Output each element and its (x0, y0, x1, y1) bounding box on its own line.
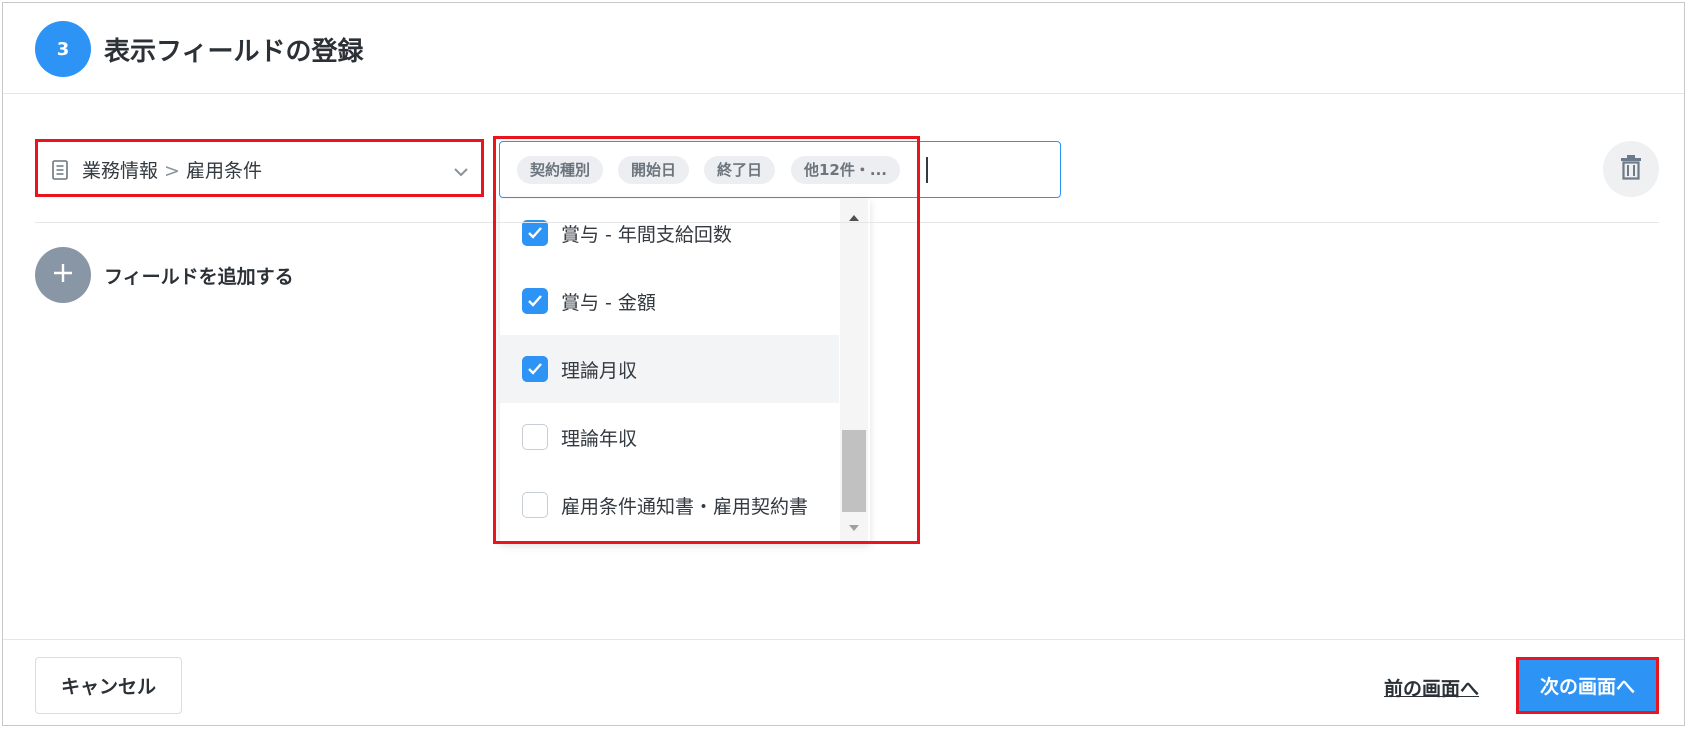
step-number-badge: 3 (35, 21, 91, 77)
checkmark-icon (528, 363, 542, 375)
fields-multiselect-input[interactable]: 契約種別 開始日 終了日 他12件・... (499, 141, 1061, 198)
selected-field-chip[interactable]: 終了日 (704, 156, 776, 184)
plus-icon (52, 262, 74, 288)
option-label: 賞与 - 金額 (561, 292, 656, 314)
dropdown-scrollbar[interactable] (840, 199, 868, 544)
scroll-down-arrow-icon[interactable] (848, 517, 860, 536)
fields-dropdown: 賞与 - 年間支給回数 賞与 - 金額 理論月収 理論年収 雇用条件通知書・雇用… (500, 199, 870, 544)
row-divider (35, 222, 1659, 223)
dropdown-option-hovered[interactable]: 理論月収 (500, 335, 839, 403)
dialog-header: 3 表示フィールドの登録 (3, 3, 1684, 94)
option-label: 賞与 - 年間支給回数 (561, 224, 732, 246)
category-child: 雇用条件 (185, 160, 262, 182)
checkbox-unchecked[interactable] (522, 424, 548, 450)
option-label: 理論年収 (561, 428, 638, 450)
dropdown-option[interactable]: 雇用条件通知書・雇用契約書 (500, 471, 839, 539)
dropdown-option[interactable]: 賞与 - 金額 (500, 267, 839, 335)
document-icon (52, 160, 68, 184)
add-field-button[interactable] (35, 247, 91, 303)
footer-divider (3, 639, 1684, 640)
option-label: 雇用条件通知書・雇用契約書 (561, 496, 809, 518)
checkbox-checked[interactable] (522, 220, 548, 246)
selected-field-chip[interactable]: 開始日 (618, 156, 690, 184)
category-breadcrumb: 業務情報 > 雇用条件 (82, 156, 262, 183)
category-parent: 業務情報 (82, 160, 159, 182)
option-label: 理論月収 (561, 360, 638, 382)
scroll-up-arrow-icon[interactable] (848, 207, 860, 226)
checkmark-icon (528, 227, 542, 239)
cancel-button[interactable]: キャンセル (35, 657, 182, 714)
chevron-down-icon (453, 162, 469, 181)
page-title: 表示フィールドの登録 (104, 37, 364, 67)
checkbox-checked[interactable] (522, 356, 548, 382)
previous-screen-link[interactable]: 前の画面へ (1384, 674, 1479, 701)
delete-row-button[interactable] (1603, 141, 1659, 197)
breadcrumb-separator: > (164, 160, 180, 182)
selected-field-chip[interactable]: 契約種別 (517, 156, 604, 184)
trash-icon (1620, 154, 1642, 184)
selected-field-chip-more[interactable]: 他12件・... (791, 156, 900, 184)
checkbox-unchecked[interactable] (522, 492, 548, 518)
text-cursor (926, 157, 928, 183)
checkmark-icon (528, 295, 542, 307)
next-screen-button[interactable]: 次の画面へ (1516, 657, 1659, 714)
dropdown-option[interactable]: 賞与 - 年間支給回数 (500, 199, 839, 267)
category-select[interactable]: 業務情報 > 雇用条件 (35, 139, 484, 197)
dropdown-option[interactable]: 理論年収 (500, 403, 839, 471)
dialog: 3 表示フィールドの登録 業務情報 > 雇用条件 契約種別 開始日 終了日 他12件… (2, 2, 1685, 726)
checkbox-checked[interactable] (522, 288, 548, 314)
scrollbar-thumb[interactable] (842, 430, 866, 512)
add-field-label[interactable]: フィールドを追加する (104, 262, 294, 289)
